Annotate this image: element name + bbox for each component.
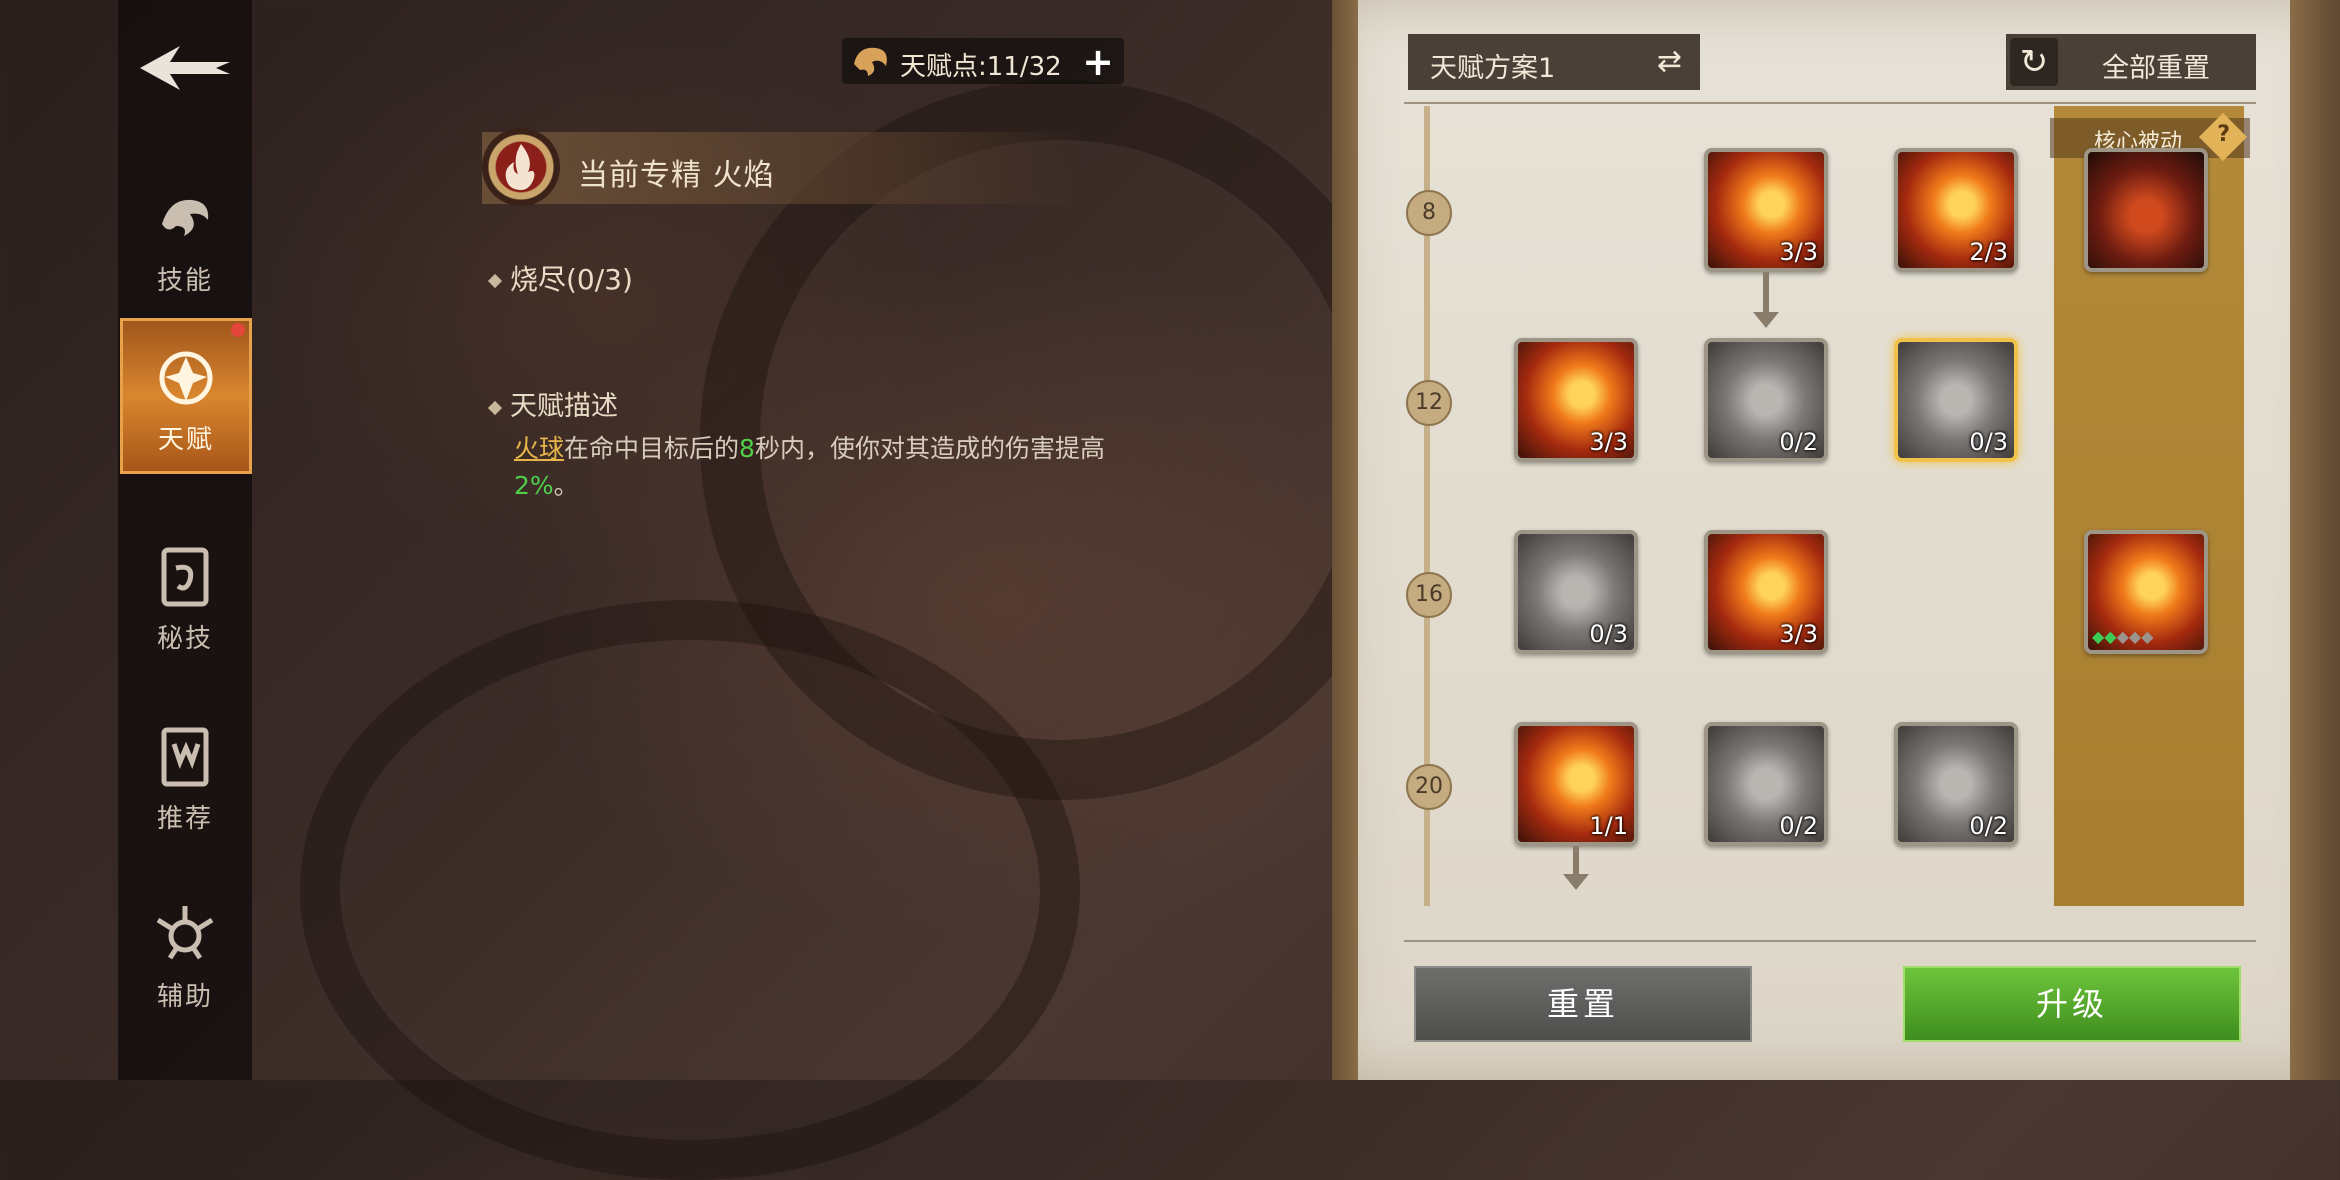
talent-scheme-selector[interactable]: 天赋方案1 ⇄ <box>1408 34 1700 90</box>
talent-node[interactable]: 3/3 <box>1704 530 1828 654</box>
reset-all-label: 全部重置 <box>2102 53 2210 84</box>
reset-button[interactable]: 重置 <box>1414 966 1752 1042</box>
nav-item-recommend[interactable]: 推荐 <box>118 700 252 850</box>
skill-icon <box>162 199 209 236</box>
divider <box>1404 940 2256 942</box>
nav-item-secret[interactable]: 秘技 <box>118 520 252 670</box>
specialization-label: 当前专精 火焰 <box>578 158 775 193</box>
talent-rank: 0/2 <box>1969 812 2008 840</box>
talent-name: 烧尽(0/3) <box>487 258 633 298</box>
notification-dot <box>231 323 245 337</box>
arrow-head <box>1563 874 1589 890</box>
nav-item-label: 推荐 <box>156 804 213 834</box>
refresh-icon: ↻ <box>2010 38 2058 86</box>
nav-item-label: 天赋 <box>157 425 214 455</box>
swap-icon: ⇄ <box>1656 44 1682 79</box>
back-arrow-icon <box>140 46 230 90</box>
assist-icon <box>156 906 214 960</box>
panel-border <box>1332 0 1358 1080</box>
talent-rank: 1/1 <box>1589 812 1628 840</box>
connector-arrow <box>1763 272 1769 314</box>
level-marker: 8 <box>1406 190 1452 236</box>
nav-item-talent[interactable]: 天赋 <box>120 318 252 474</box>
bullet-icon <box>487 273 503 289</box>
reset-all-button[interactable]: ↻ 全部重置 <box>2006 34 2256 90</box>
talent-point-icon <box>854 47 887 76</box>
talent-points-text: 天赋点:11/32 <box>900 52 1062 82</box>
current-specialization-bar: 当前专精 火焰 <box>482 132 1082 204</box>
talent-node[interactable]: 0/3 <box>1514 530 1638 654</box>
talent-node[interactable]: 3/3 <box>1514 338 1638 462</box>
recommend-icon <box>161 727 209 787</box>
nav-item-skill[interactable]: 技能 <box>118 162 252 312</box>
core-passive-node[interactable]: ◆◆◆◆◆ <box>2084 530 2208 654</box>
keyword-link[interactable]: 火球 <box>514 434 564 463</box>
level-marker: 12 <box>1406 380 1452 426</box>
nav-item-label: 技能 <box>156 266 213 296</box>
panel-border <box>2290 0 2340 1080</box>
fire-specialization-icon <box>482 128 560 206</box>
divider <box>1404 102 2256 104</box>
core-passive-node[interactable] <box>2084 148 2208 272</box>
arrow-head <box>1753 312 1779 328</box>
level-marker: 20 <box>1406 764 1452 810</box>
nav-item-label: 辅助 <box>156 982 213 1012</box>
talent-node[interactable]: 2/3 <box>1894 148 2018 272</box>
talent-node[interactable]: 1/1 <box>1514 722 1638 846</box>
talent-rank: 2/3 <box>1969 238 2008 266</box>
upgrade-button[interactable]: 升级 <box>1903 966 2241 1042</box>
talent-description-title: 天赋描述 <box>487 384 618 423</box>
nav-item-label: 秘技 <box>156 624 213 654</box>
talent-description: 火球在命中目标后的8秒内，使你对其造成的伤害提高2%。 <box>514 434 1105 500</box>
level-marker: 16 <box>1406 572 1452 618</box>
bullet-icon <box>487 400 503 415</box>
talent-rank: 3/3 <box>1779 620 1818 648</box>
talent-node-selected[interactable]: 0/3 <box>1894 338 2018 462</box>
talent-rank: 0/3 <box>1969 428 2008 456</box>
rank-gems: ◆◆◆◆◆ <box>2092 627 2154 646</box>
talent-icon <box>159 351 213 405</box>
talent-rank: 0/2 <box>1779 812 1818 840</box>
nav-item-assist[interactable]: 辅助 <box>118 878 252 1028</box>
talent-node[interactable]: 0/2 <box>1894 722 2018 846</box>
add-points-button[interactable]: + <box>1082 40 1114 84</box>
talent-points-display: 天赋点:11/32 + <box>842 38 1124 84</box>
talent-rank: 0/2 <box>1779 428 1818 456</box>
talent-node[interactable]: 0/2 <box>1704 722 1828 846</box>
background-swirl <box>300 600 1080 1180</box>
talent-node[interactable]: 3/3 <box>1704 148 1828 272</box>
scheme-label: 天赋方案1 <box>1430 53 1556 84</box>
talent-node[interactable]: 0/2 <box>1704 338 1828 462</box>
back-button[interactable] <box>130 38 240 98</box>
connector-arrow <box>1573 846 1579 876</box>
talent-rank: 0/3 <box>1589 620 1628 648</box>
talent-rank: 3/3 <box>1589 428 1628 456</box>
secret-skill-icon <box>161 547 209 607</box>
talent-rank: 3/3 <box>1779 238 1818 266</box>
